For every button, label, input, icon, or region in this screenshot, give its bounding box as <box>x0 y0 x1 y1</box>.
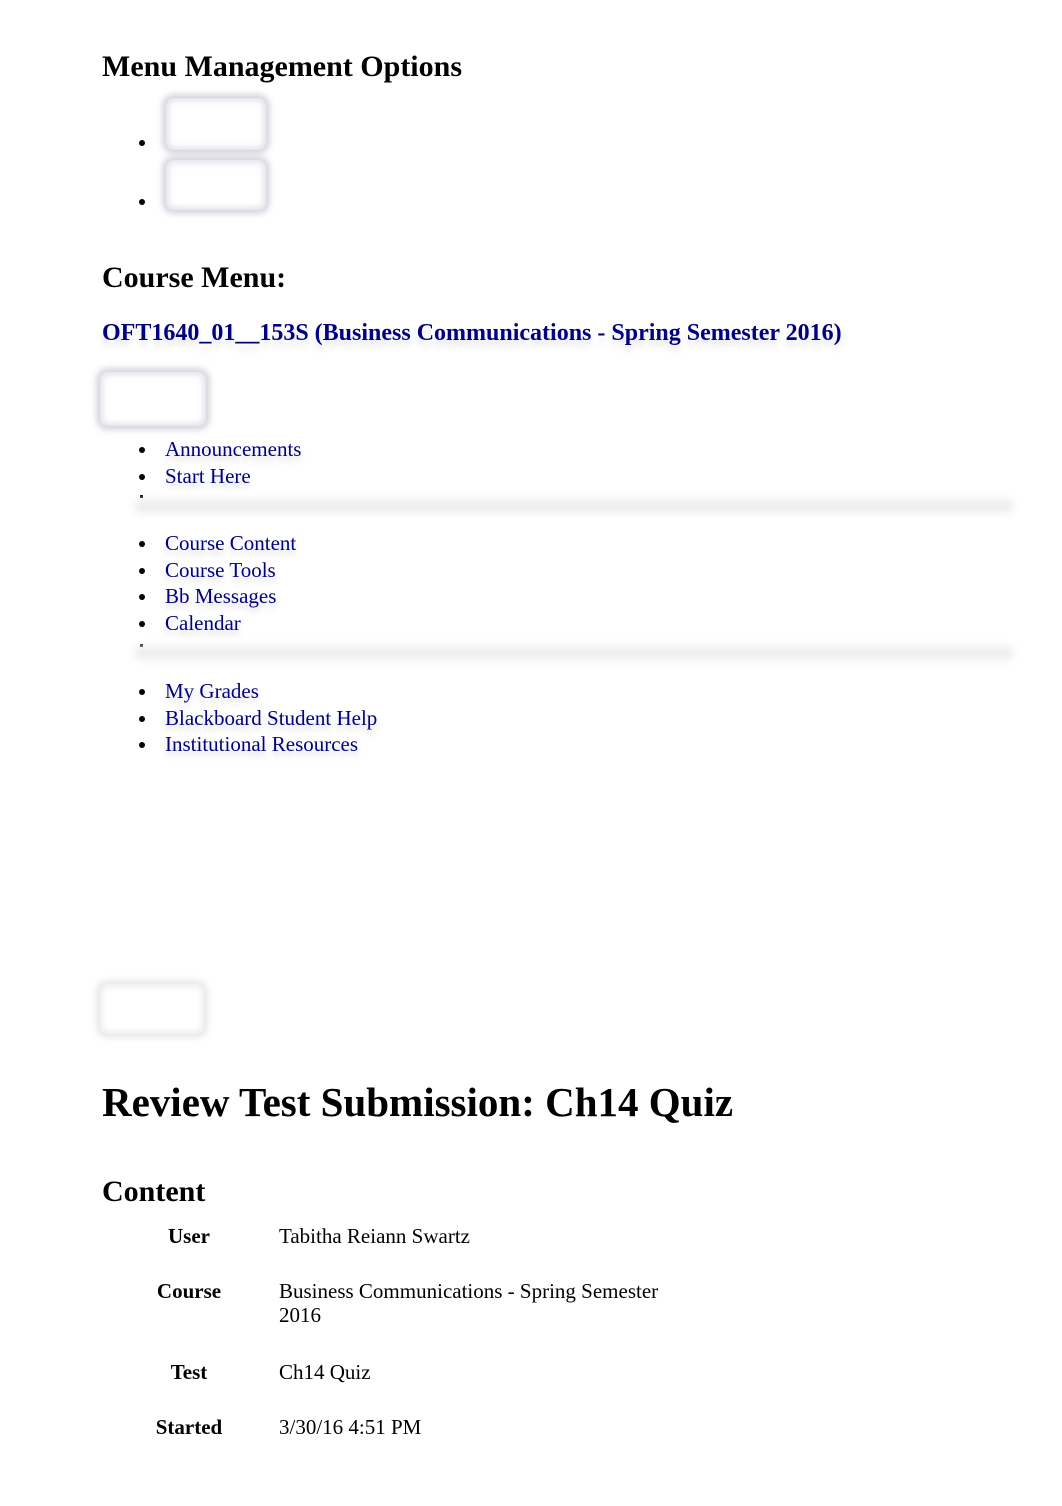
detail-value-test: Ch14 Quiz <box>279 1360 371 1384</box>
nav-link-bb-messages[interactable]: Bb Messages <box>165 584 276 608</box>
nav-item-start-here: Start Here <box>130 463 301 490</box>
menu-divider <box>134 499 1014 513</box>
nav-link-start-here[interactable]: Start Here <box>165 464 251 488</box>
nav-item-announcements: Announcements <box>130 436 301 463</box>
list-bullet <box>139 199 145 205</box>
course-menu-heading: Course Menu: <box>102 261 287 294</box>
nav-link-course-tools[interactable]: Course Tools <box>165 558 276 582</box>
menu-management-heading: Menu Management Options <box>102 50 462 83</box>
list-bullet <box>139 140 145 146</box>
detail-value-course: Business Communications - Spring Semeste… <box>279 1279 659 1327</box>
divider-bullet <box>140 495 143 498</box>
nav-item-my-grades: My Grades <box>130 678 377 705</box>
nav-link-institutional-resources[interactable]: Institutional Resources <box>165 732 358 756</box>
nav-link-course-content[interactable]: Course Content <box>165 531 296 555</box>
nav-item-course-tools: Course Tools <box>130 557 296 584</box>
course-menu-toggle-button[interactable] <box>100 372 206 426</box>
detail-label-user: User <box>168 1224 210 1248</box>
content-heading: Content <box>102 1175 206 1208</box>
nav-link-calendar[interactable]: Calendar <box>165 611 241 635</box>
nav-item-calendar: Calendar <box>130 610 296 637</box>
page-menu-toggle-button[interactable] <box>100 984 204 1034</box>
detail-label-test: Test <box>170 1360 208 1384</box>
menu-option-button-1[interactable] <box>166 98 266 150</box>
nav-item-institutional-resources: Institutional Resources <box>130 731 377 758</box>
course-title-link[interactable]: OFT1640_01__153S (Business Communication… <box>102 320 842 348</box>
nav-item-course-content: Course Content <box>130 530 296 557</box>
nav-link-blackboard-help[interactable]: Blackboard Student Help <box>165 706 377 730</box>
detail-label-course: Course <box>156 1279 222 1303</box>
detail-value-started: 3/30/16 4:51 PM <box>279 1415 422 1439</box>
nav-item-blackboard-help: Blackboard Student Help <box>130 705 377 732</box>
page: Menu Management Options Course Menu: OFT… <box>0 0 1062 1506</box>
page-title: Review Test Submission: Ch14 Quiz <box>102 1079 734 1125</box>
menu-divider <box>134 646 1014 660</box>
menu-option-button-2[interactable] <box>166 160 266 210</box>
nav-item-bb-messages: Bb Messages <box>130 583 296 610</box>
course-nav-group-3: My Grades Blackboard Student Help Instit… <box>130 678 377 758</box>
detail-label-started: Started <box>155 1415 223 1439</box>
course-nav-group-1: Announcements Start Here <box>130 436 301 489</box>
detail-value-user: Tabitha Reiann Swartz <box>279 1224 470 1248</box>
nav-link-my-grades[interactable]: My Grades <box>165 679 259 703</box>
course-nav-group-2: Course Content Course Tools Bb Messages … <box>130 530 296 636</box>
nav-link-announcements[interactable]: Announcements <box>165 437 301 461</box>
